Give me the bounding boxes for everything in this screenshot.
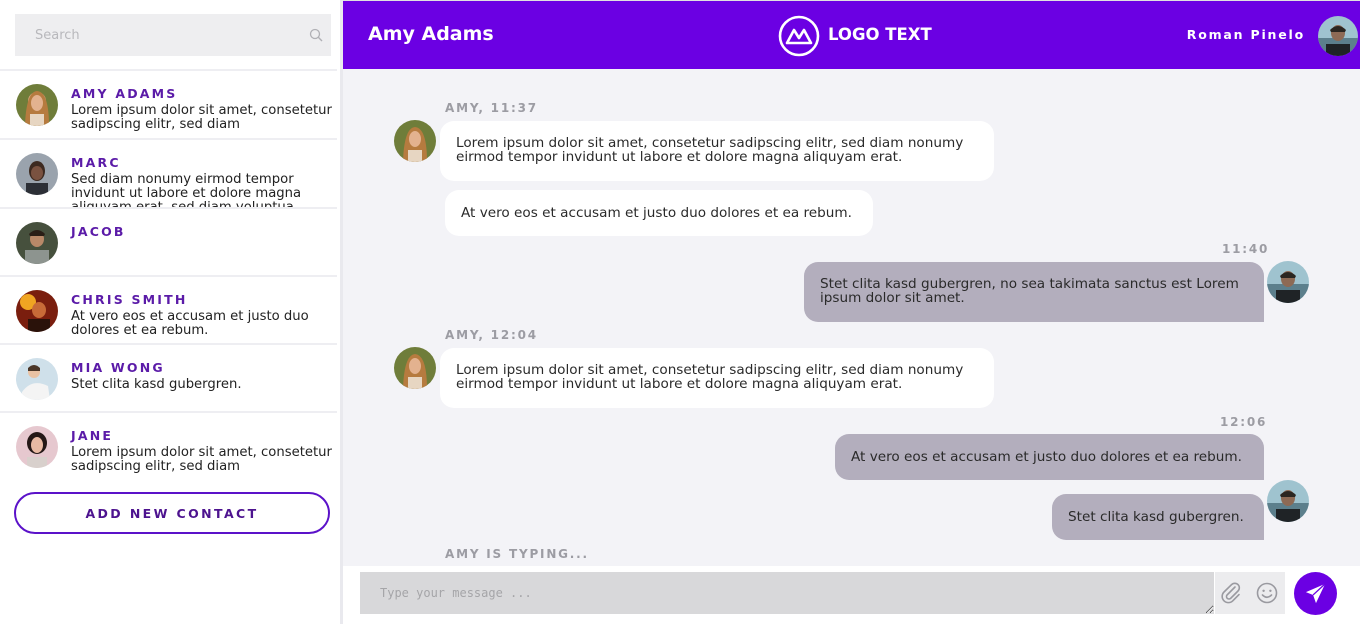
avatar [16,84,58,126]
avatar [394,347,436,389]
message-meta: AMY, 11:37 [445,101,538,115]
avatar [1267,261,1309,303]
search-icon[interactable] [309,28,323,42]
send-button[interactable] [1294,572,1337,615]
avatar [16,290,58,332]
sidebar: AMY ADAMS Lorem ipsum dolor sit amet, co… [0,0,340,624]
contact-preview: Sed diam nonumy eirmod tempor invidunt u… [71,172,302,208]
avatar [16,426,58,468]
avatar [394,120,436,162]
message-meta: AMY, 12:04 [445,328,538,342]
message-meta: 11:40 [1222,242,1270,256]
chat-header: Amy Adams LOGO TEXT Roman Pinelo [343,0,1360,69]
avatar [1267,480,1309,522]
contact-item-jacob[interactable]: JACOB [0,207,337,275]
current-user-name[interactable]: Roman Pinelo [1187,27,1305,42]
message-composer [343,566,1360,624]
contact-preview: Stet clita kasd gubergren. [71,377,242,392]
incoming-message: At vero eos et accusam et justo duo dolo… [445,190,873,236]
avatar [16,153,58,195]
contact-name: CHRIS SMITH [71,292,188,307]
send-icon [1305,583,1326,604]
avatar [16,222,58,264]
search-input[interactable] [15,14,305,56]
message-area: AMY, 11:37 Lorem ipsum dolor sit amet, c… [343,69,1360,566]
contact-name: JANE [71,428,114,443]
incoming-message: Lorem ipsum dolor sit amet, consetetur s… [440,121,994,181]
outgoing-message: Stet clita kasd gubergren. [1052,494,1264,540]
message-input[interactable] [360,572,1214,614]
logo-mountain-icon [778,15,820,57]
emoji-icon[interactable] [1255,581,1279,605]
contact-name: MARC [71,155,121,170]
add-new-contact-button[interactable]: ADD NEW CONTACT [14,492,330,534]
logo-text: LOGO TEXT [828,25,932,44]
contact-preview: Lorem ipsum dolor sit amet, consetetur s… [71,103,332,132]
contact-item-marc[interactable]: MARC Sed diam nonumy eirmod tempor invid… [0,138,337,207]
incoming-message: Lorem ipsum dolor sit amet, consetetur s… [440,348,994,408]
avatar [16,358,58,400]
outgoing-message: At vero eos et accusam et justo duo dolo… [835,434,1264,480]
contact-item-jane[interactable]: JANE Lorem ipsum dolor sit amet, consete… [0,411,337,479]
contact-name: MIA WONG [71,360,165,375]
chat-app: AMY ADAMS Lorem ipsum dolor sit amet, co… [0,0,1360,624]
contact-item-amy-adams[interactable]: AMY ADAMS Lorem ipsum dolor sit amet, co… [0,69,337,138]
contact-name: AMY ADAMS [71,86,178,101]
search-bar [0,0,340,69]
contact-item-chris-smith[interactable]: CHRIS SMITH At vero eos et accusam et ju… [0,275,337,343]
composer-tools [1215,572,1285,614]
paperclip-icon[interactable] [1219,581,1243,605]
contact-preview: Lorem ipsum dolor sit amet, consetetur s… [71,445,332,474]
contact-name: JACOB [71,224,126,239]
current-user-avatar[interactable] [1316,14,1360,58]
search-box [15,14,331,56]
chat-title: Amy Adams [368,23,494,45]
contact-item-mia-wong[interactable]: MIA WONG Stet clita kasd gubergren. [0,343,337,411]
typing-indicator: AMY IS TYPING... [445,547,589,561]
message-meta: 12:06 [1220,415,1268,429]
outgoing-message: Stet clita kasd gubergren, no sea takima… [804,262,1264,322]
contact-preview: At vero eos et accusam et justo duo dolo… [71,309,309,338]
